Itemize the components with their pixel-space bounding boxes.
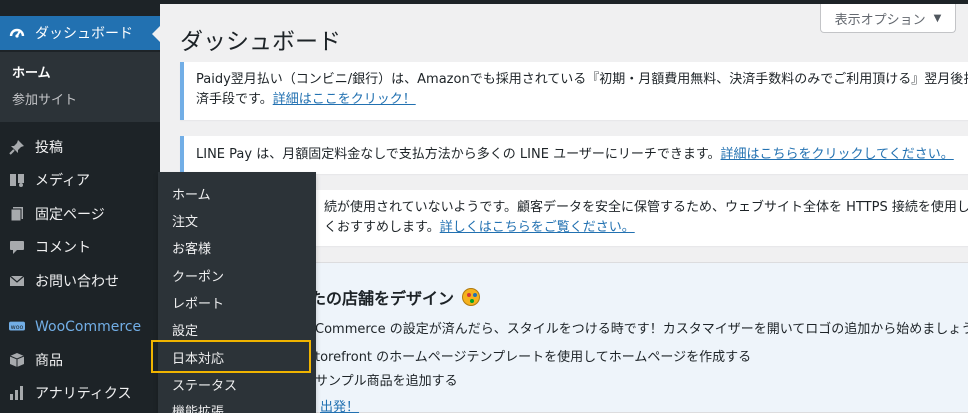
flyout-item-status[interactable]: ステータス bbox=[172, 375, 237, 394]
design-description: Commerce の設定が済んだら、スタイルをつける時です！カスタマイザーを開い… bbox=[315, 322, 968, 337]
sidebar-item-label: お問い合わせ bbox=[35, 274, 119, 290]
sidebar-item-label: メディア bbox=[35, 173, 91, 189]
box-icon bbox=[9, 352, 25, 368]
flyout-item-home[interactable]: ホーム bbox=[172, 184, 211, 203]
caret-down-icon: ▼ bbox=[933, 12, 942, 24]
mail-icon bbox=[9, 273, 25, 289]
design-step-homepage[interactable]: torefront のホームページテンプレートを使用してホームページを作成する bbox=[315, 346, 751, 365]
flyout-item-reports[interactable]: レポート bbox=[172, 293, 224, 312]
design-store-title: たの店舗をデザイン bbox=[310, 285, 481, 309]
palette-icon bbox=[462, 288, 481, 306]
highlight-box bbox=[151, 340, 311, 373]
flyout-item-settings[interactable]: 設定 bbox=[172, 320, 198, 339]
screen-options-button[interactable]: 表示オプション ▼ bbox=[820, 4, 956, 33]
dashboard-icon bbox=[9, 25, 25, 41]
dashboard-submenu: ホーム 参加サイト bbox=[0, 52, 160, 122]
sidebar-item-pages[interactable]: 固定ページ bbox=[0, 197, 160, 231]
sidebar-item-label: 投稿 bbox=[35, 140, 63, 156]
flyout-item-customers[interactable]: お客様 bbox=[172, 238, 211, 257]
bar-chart-icon bbox=[9, 385, 25, 401]
sidebar-item-analytics[interactable]: アナリティクス bbox=[0, 376, 160, 410]
flyout-item-extensions[interactable]: 機能拡張 bbox=[172, 401, 224, 413]
submenu-sites[interactable]: 参加サイト bbox=[12, 89, 77, 108]
admin-sidebar: ダッシュボード ホーム 参加サイト 投稿 メディア 固定ページ コメント お問い… bbox=[0, 0, 160, 413]
submenu-home[interactable]: ホーム bbox=[12, 62, 51, 81]
notice-text-cont: 済手段です。 bbox=[196, 92, 273, 107]
notice-text-cont: くおすすめします。 bbox=[324, 220, 440, 235]
notice-text: 続が使用されていないようです。顧客データを安全に保管するため、ウェブサイト全体を… bbox=[324, 200, 968, 215]
sidebar-item-products[interactable]: 商品 bbox=[0, 343, 160, 377]
page-title: ダッシュボード bbox=[180, 29, 341, 55]
notice-text: Paidy翌月払い（コンビニ/銀行）は、Amazonでも採用されている『初期・月… bbox=[196, 72, 968, 87]
design-step-sample-products[interactable]: サンプル商品を追加する bbox=[315, 370, 458, 389]
active-arrow bbox=[152, 26, 160, 42]
sidebar-item-dashboard[interactable]: ダッシュボード bbox=[0, 16, 160, 50]
woocommerce-icon: woo bbox=[9, 319, 25, 335]
paidy-details-link[interactable]: 詳細はここをクリック！ bbox=[273, 92, 416, 107]
sidebar-item-posts[interactable]: 投稿 bbox=[0, 130, 160, 164]
design-go-link[interactable]: 出発！ bbox=[320, 396, 359, 413]
linepay-details-link[interactable]: 詳細はこちらをクリックしてください。 bbox=[721, 147, 954, 162]
media-icon bbox=[9, 172, 25, 188]
sidebar-item-label: アナリティクス bbox=[35, 386, 132, 402]
sidebar-item-comments[interactable]: コメント bbox=[0, 230, 160, 264]
notice-text-2: 済手段です。詳細はここをクリック！ bbox=[196, 90, 968, 110]
flyout-item-coupons[interactable]: クーポン bbox=[172, 266, 224, 285]
sidebar-item-label: 商品 bbox=[35, 353, 63, 369]
sidebar-item-label: コメント bbox=[35, 240, 91, 256]
notice-line: くおすすめします。詳しくはこちらをご覧ください。 bbox=[324, 218, 968, 238]
flyout-item-orders[interactable]: 注文 bbox=[172, 211, 198, 230]
screen-options-label: 表示オプション bbox=[834, 12, 926, 28]
svg-text:woo: woo bbox=[11, 324, 24, 331]
comment-icon bbox=[9, 239, 25, 255]
design-title-text: たの店舗をデザイン bbox=[310, 289, 455, 308]
sidebar-item-label: 固定ページ bbox=[35, 207, 105, 223]
sidebar-item-media[interactable]: メディア bbox=[0, 163, 160, 197]
sidebar-item-woocommerce[interactable]: woo WooCommerce bbox=[0, 310, 160, 344]
linepay-notice: LINE Pay は、月額固定料金なしで支払方法から多くの LINE ユーザーに… bbox=[180, 136, 968, 174]
pin-icon bbox=[9, 139, 25, 155]
page-icon bbox=[9, 206, 25, 222]
https-details-link[interactable]: 詳しくはこちらをご覧ください。 bbox=[440, 220, 635, 235]
sidebar-item-contact[interactable]: お問い合わせ bbox=[0, 264, 160, 298]
sidebar-item-label: WooCommerce bbox=[35, 319, 142, 335]
notice-text: LINE Pay は、月額固定料金なしで支払方法から多くの LINE ユーザーに… bbox=[196, 147, 721, 162]
sidebar-item-label: ダッシュボード bbox=[35, 26, 133, 42]
paidy-notice: Paidy翌月払い（コンビニ/銀行）は、Amazonでも採用されている『初期・月… bbox=[180, 62, 968, 120]
notice-line: LINE Pay は、月額固定料金なしで支払方法から多くの LINE ユーザーに… bbox=[196, 145, 968, 165]
woocommerce-flyout-menu: ホーム 注文 お客様 クーポン レポート 設定 日本対応 ステータス 機能拡張 bbox=[158, 172, 316, 413]
